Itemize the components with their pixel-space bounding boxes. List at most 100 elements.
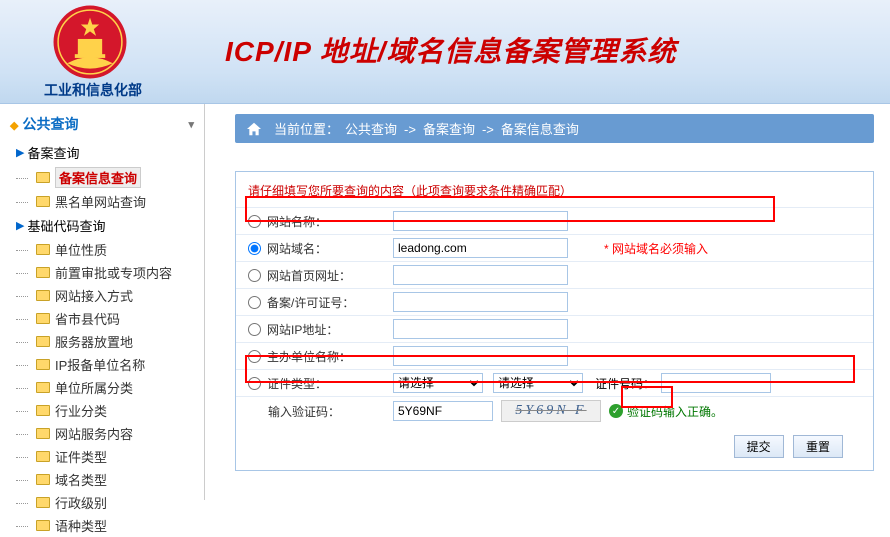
- reset-button[interactable]: 重置: [793, 435, 843, 458]
- breadcrumb-item[interactable]: 备案查询: [423, 122, 475, 137]
- tree-item[interactable]: 行政级别: [8, 491, 204, 514]
- captcha-status: ✓ 验证码输入正确。: [609, 403, 723, 420]
- folder-icon: [36, 359, 50, 370]
- radio-site_ip[interactable]: [248, 323, 261, 336]
- check-icon: ✓: [609, 404, 623, 418]
- tree-item[interactable]: 省市县代码: [8, 307, 204, 330]
- folder-icon: [36, 290, 50, 301]
- folder-icon: [36, 336, 50, 347]
- row-sponsor: 主办单位名称：: [236, 342, 873, 369]
- breadcrumb-sep: ->: [482, 122, 494, 137]
- input-site_ip[interactable]: [393, 319, 568, 339]
- sidebar-section-label: 公共查询: [22, 116, 78, 132]
- label-site_ip: 网站IP地址：: [267, 321, 338, 338]
- app-header: 工业和信息化部 ICP/IP 地址/域名信息备案管理系统: [0, 0, 890, 104]
- row-record_no: 备案/许可证号：: [236, 288, 873, 315]
- row-site_name: 网站名称：: [236, 207, 873, 234]
- row-cert-type: 证件类型： 请选择 请选择 证件号码：: [236, 369, 873, 396]
- radio-site_name[interactable]: [248, 215, 261, 228]
- tree-item-label: 域名类型: [55, 470, 107, 489]
- captcha-ok-text: 验证码输入正确。: [627, 403, 723, 420]
- tree-item[interactable]: 网站接入方式: [8, 284, 204, 307]
- row-site_ip: 网站IP地址：: [236, 315, 873, 342]
- folder-icon: [36, 267, 50, 278]
- folder-icon: [36, 405, 50, 416]
- chevron-down-icon: ▾: [188, 118, 194, 131]
- folder-icon: [36, 244, 50, 255]
- tree-item[interactable]: 语种类型: [8, 514, 204, 537]
- breadcrumb-item[interactable]: 备案信息查询: [501, 122, 579, 137]
- tree-item[interactable]: 证件类型: [8, 445, 204, 468]
- submit-button[interactable]: 提交: [734, 435, 784, 458]
- tree-item-label: 语种类型: [55, 516, 107, 535]
- button-row: 提交 重置: [236, 425, 873, 458]
- tree-item[interactable]: 备案信息查询: [8, 165, 204, 190]
- note-site_domain: * 网站域名必须输入: [604, 240, 708, 257]
- tree-item[interactable]: 服务器放置地: [8, 330, 204, 353]
- sidebar-tree: ▶备案查询备案信息查询黑名单网站查询▶基础代码查询单位性质前置审批或专项内容网站…: [0, 140, 204, 537]
- select-cert-type-1[interactable]: 请选择: [393, 373, 483, 393]
- select-cert-type-2[interactable]: 请选择: [493, 373, 583, 393]
- radio-site_home[interactable]: [248, 269, 261, 282]
- arrow-icon: ▶: [16, 146, 24, 159]
- tree-item[interactable]: 单位所属分类: [8, 376, 204, 399]
- radio-record_no[interactable]: [248, 296, 261, 309]
- tree-category[interactable]: ▶基础代码查询: [8, 213, 204, 238]
- tree-item-label: 行政级别: [55, 493, 107, 512]
- tree-category[interactable]: ▶备案查询: [8, 140, 204, 165]
- radio-cert-type[interactable]: [248, 377, 261, 390]
- tree-item-label: 省市县代码: [55, 309, 120, 328]
- tree-item[interactable]: 前置审批或专项内容: [8, 261, 204, 284]
- tree-item[interactable]: 黑名单网站查询: [8, 190, 204, 213]
- tree-item-label: 单位性质: [55, 240, 107, 259]
- folder-icon: [36, 497, 50, 508]
- breadcrumb-prefix: 当前位置：: [274, 122, 339, 137]
- captcha-image[interactable]: 5Y69N F: [501, 400, 601, 422]
- tree-item[interactable]: 域名类型: [8, 468, 204, 491]
- folder-icon: [36, 382, 50, 393]
- input-cert-no[interactable]: [661, 373, 771, 393]
- arrow-icon: ▶: [16, 219, 24, 232]
- input-captcha[interactable]: [393, 401, 493, 421]
- system-title: ICP/IP 地址/域名信息备案管理系统: [225, 30, 676, 70]
- input-site_domain[interactable]: [393, 238, 568, 258]
- label-sponsor: 主办单位名称：: [267, 348, 351, 365]
- tree-item-label: 证件类型: [55, 447, 107, 466]
- tree-item-label: 单位所属分类: [55, 378, 133, 397]
- label-site_home: 网站首页网址：: [267, 267, 351, 284]
- tree-item-label: 备案信息查询: [55, 167, 141, 188]
- sidebar-section-public-query[interactable]: ◆ 公共查询 ▾: [0, 108, 204, 140]
- tree-item-label: 前置审批或专项内容: [55, 263, 172, 282]
- folder-icon: [36, 474, 50, 485]
- tree-item-label: 服务器放置地: [55, 332, 133, 351]
- breadcrumb-item[interactable]: 公共查询: [345, 122, 397, 137]
- tree-category-label: 基础代码查询: [27, 216, 105, 235]
- tree-item-label: 行业分类: [55, 401, 107, 420]
- tree-item-label: 网站接入方式: [55, 286, 133, 305]
- sidebar: ◆公共查询 ▾ ▶备案查询备案信息查询黑名单网站查询▶基础代码查询单位性质前置审…: [0, 104, 205, 500]
- input-record_no[interactable]: [393, 292, 568, 312]
- radio-site_domain[interactable]: [248, 242, 261, 255]
- tree-item-label: 网站服务内容: [55, 424, 133, 443]
- tree-item[interactable]: 单位性质: [8, 238, 204, 261]
- diamond-icon: ◆: [10, 120, 18, 132]
- breadcrumb-sep: ->: [404, 122, 416, 137]
- radio-sponsor[interactable]: [248, 350, 261, 363]
- tree-item[interactable]: IP报备单位名称: [8, 353, 204, 376]
- row-site_home: 网站首页网址：: [236, 261, 873, 288]
- folder-icon: [36, 520, 50, 531]
- label-cert-type: 证件类型：: [267, 375, 327, 392]
- input-site_home[interactable]: [393, 265, 568, 285]
- input-site_name[interactable]: [393, 211, 568, 231]
- breadcrumb: 当前位置： 公共查询 -> 备案查询 -> 备案信息查询: [235, 114, 874, 143]
- tree-item[interactable]: 行业分类: [8, 399, 204, 422]
- tree-item-label: 黑名单网站查询: [55, 192, 146, 211]
- tree-item[interactable]: 网站服务内容: [8, 422, 204, 445]
- folder-icon: [36, 196, 50, 207]
- input-sponsor[interactable]: [393, 346, 568, 366]
- content-area: 当前位置：公共查询->备案查询->备案信息查询 请仔细填写您所要查询的内容（此项…: [205, 104, 890, 500]
- label-cert-no: 证件号码：: [595, 375, 655, 392]
- label-site_name: 网站名称：: [267, 213, 327, 230]
- home-icon: [245, 121, 263, 137]
- row-captcha: 输入验证码： 5Y69N F ✓ 验证码输入正确。: [236, 396, 873, 425]
